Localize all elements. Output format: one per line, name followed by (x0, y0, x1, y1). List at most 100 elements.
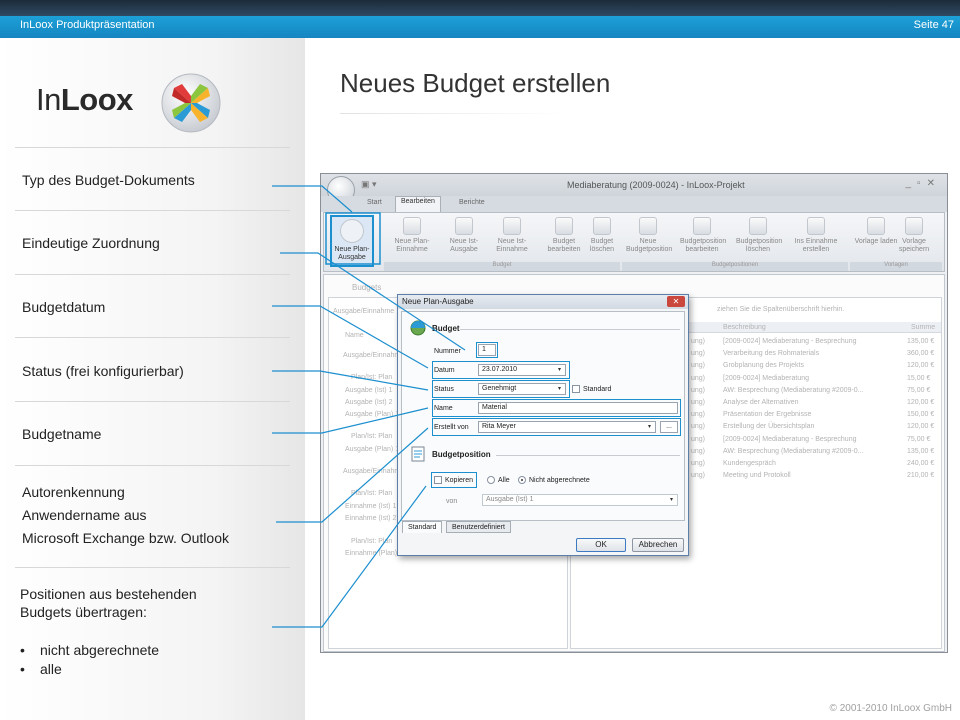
tree-row[interactable]: Einnahme (Ist) 2 (345, 515, 396, 522)
positions-row-sum: 135,00 € (907, 447, 935, 455)
top-dark-strip (0, 0, 960, 16)
standard-checkbox[interactable] (572, 385, 580, 393)
positions-row-description[interactable]: Kundengespräch (723, 460, 776, 467)
column-sum[interactable]: Summe (911, 324, 935, 331)
window-controls[interactable]: _▫✕ (906, 178, 942, 189)
cancel-button[interactable]: Abbrechen (632, 538, 684, 552)
positions-row-sum: 75,00 € (907, 386, 931, 394)
header-strip: InLoox Produktpräsentation Seite 47 (0, 16, 960, 38)
page-number: Seite 47 (913, 19, 954, 31)
document-icon (807, 217, 825, 235)
tree-row[interactable]: Plan/Ist: Plan (351, 538, 392, 545)
top-bar: InLoox Produktpräsentation Seite 47 (0, 0, 960, 38)
divider (15, 147, 290, 148)
positions-row-description[interactable]: [2009-0024] Mediaberatung - Besprechung (723, 436, 856, 443)
positions-row-description[interactable]: Verarbeitung des Rohmaterials (723, 350, 819, 357)
positions-row-description[interactable]: Grobplanung des Projekts (723, 362, 804, 369)
positions-row-sum: 75,00 € (907, 435, 931, 443)
quick-access-icons: ▣ ▾ (361, 179, 377, 189)
tree-row[interactable]: Ausgabe (Plan) 1 (345, 411, 399, 418)
tree-row[interactable]: Plan/Ist: Plan (351, 490, 392, 497)
ok-button[interactable]: OK (576, 538, 626, 552)
logo-text: InLoox (36, 82, 133, 117)
highlight-box (431, 472, 477, 488)
new-actual-expense-button[interactable]: Neue Ist-Ausgabe (442, 215, 486, 254)
label-document-type: Typ des Budget-Dokuments (22, 172, 195, 188)
bullet-item: nicht abgerechnete (20, 641, 197, 660)
document-icon (639, 217, 657, 235)
positions-row-sum: 120,00 € (907, 362, 935, 370)
author-line-1: Autorenkennung (22, 484, 125, 500)
tab-start[interactable]: Start (367, 199, 382, 206)
eraser-icon (593, 217, 611, 235)
group-hint: ziehen Sie die Spaltenüberschrift hierhi… (717, 306, 845, 313)
logo-x-icon (161, 73, 221, 133)
positions-row-description[interactable]: [2009-0024] Mediaberatung (723, 375, 809, 382)
save-template-button[interactable]: Vorlage speichern (892, 215, 936, 254)
tree-row[interactable]: Ausgabe/Einnahme (343, 352, 404, 359)
positions-row-sum: 150,00 € (907, 411, 935, 419)
tree-row[interactable]: Plan/Ist: Plan (351, 433, 392, 440)
divider (15, 465, 290, 466)
tab-custom[interactable]: Benutzerdefiniert (446, 521, 511, 533)
all-radio[interactable] (487, 476, 495, 484)
label-budget-date: Budgetdatum (22, 299, 106, 315)
tree-row[interactable]: Ausgabe (Ist) 1 (345, 387, 392, 394)
positions-row-prefix: ung) (691, 350, 706, 358)
tree-row[interactable]: Einnahme (Ist) 1 (345, 503, 396, 510)
delete-budget-button[interactable]: Budget löschen (580, 215, 624, 254)
highlight-box (432, 418, 681, 436)
new-actual-income-button[interactable]: Neue Ist-Einnahme (490, 215, 534, 254)
tree-row[interactable]: Ausgabe/Einnahme (343, 468, 404, 475)
author-line-2: Anwendername aus (22, 507, 147, 523)
positions-row-sum: 210,00 € (907, 472, 935, 480)
positions-row-prefix: ung) (691, 362, 706, 370)
budgets-header: Budgets (352, 283, 382, 292)
positions-row-description[interactable]: AW: Besprechung (Mediaberatung #2009-0..… (723, 387, 863, 394)
positions-row-description[interactable]: AW: Besprechung (Mediaberatung #2009-0..… (723, 448, 863, 455)
column-description[interactable]: Beschreibung (723, 324, 766, 331)
positions-row-prefix: ung) (691, 472, 706, 480)
positions-row-prefix: ung) (691, 460, 706, 467)
ribbon: Neue Plan-Ausgabe Neue Plan-Einnahme Neu… (323, 212, 945, 272)
budget-position-section-title: Budgetposition (432, 450, 491, 459)
new-plan-expense-dialog: Neue Plan-Ausgabe ✕ Budget Nummer 1 Datu… (397, 294, 689, 556)
new-plan-expense-button[interactable]: Neue Plan-Ausgabe (330, 215, 374, 267)
tab-bearbeiten[interactable]: Bearbeiten (395, 196, 441, 212)
positions-row-prefix: ung) (691, 374, 706, 382)
app-titlebar: ▣ ▾ Mediaberatung (2009-0024) - InLoox-P… (321, 174, 947, 196)
budget-position-icon (411, 446, 425, 462)
positions-row-sum: 120,00 € (907, 423, 935, 431)
positions-row-description[interactable]: Analyse der Alternativen (723, 399, 799, 406)
label-author: Autorenkennung Anwendername aus Microsof… (22, 481, 229, 550)
not-billed-radio[interactable] (518, 476, 526, 484)
ribbon-group-templates: Vorlagen (850, 262, 942, 271)
positions-row-description[interactable]: Meeting und Protokoll (723, 472, 791, 479)
tree-row[interactable]: Ausgabe (Plan) 1 (345, 446, 399, 453)
budget-section-icon (410, 320, 426, 336)
tree-row[interactable]: Einnahme (Plan) 1 (345, 550, 403, 557)
eraser-icon (749, 217, 767, 235)
close-icon[interactable]: ✕ (667, 296, 685, 307)
new-plan-income-button[interactable]: Neue Plan-Einnahme (390, 215, 434, 254)
from-select[interactable]: Ausgabe (Ist) 1 ▾ (482, 494, 678, 506)
positions-row-description[interactable]: Präsentation der Ergebnisse (723, 411, 811, 418)
new-budget-position-button[interactable]: Neue Budgetposition (626, 215, 672, 254)
positions-row-description[interactable]: [2009-0024] Mediaberatung - Besprechung (723, 338, 856, 345)
positions-row-sum: 120,00 € (907, 399, 935, 406)
column-header: Ausgabe/Einnahme (333, 308, 395, 315)
tree-row[interactable]: Plan/Ist: Plan (351, 374, 392, 381)
tree-row[interactable]: Ausgabe (Ist) 2 (345, 399, 392, 406)
create-income-button[interactable]: Ins Einnahme erstellen (794, 215, 838, 254)
delete-budget-position-button[interactable]: Budgetposition löschen (736, 215, 782, 254)
positions-row-prefix: ung) (691, 386, 706, 394)
tab-standard[interactable]: Standard (402, 521, 443, 533)
positions-row-description[interactable]: Erstellung der Übersichtsplan (723, 423, 814, 430)
nummer-label: Nummer (434, 348, 461, 355)
ribbon-group-positions: Budgetpositionen (622, 262, 848, 271)
edit-budget-position-button[interactable]: Budgetposition bearbeiten (680, 215, 726, 254)
chevron-down-icon[interactable]: ▾ (667, 496, 676, 504)
tab-berichte[interactable]: Berichte (459, 199, 485, 206)
pencil-icon (555, 217, 573, 235)
positions-bullets: nicht abgerechnete alle (20, 641, 197, 679)
